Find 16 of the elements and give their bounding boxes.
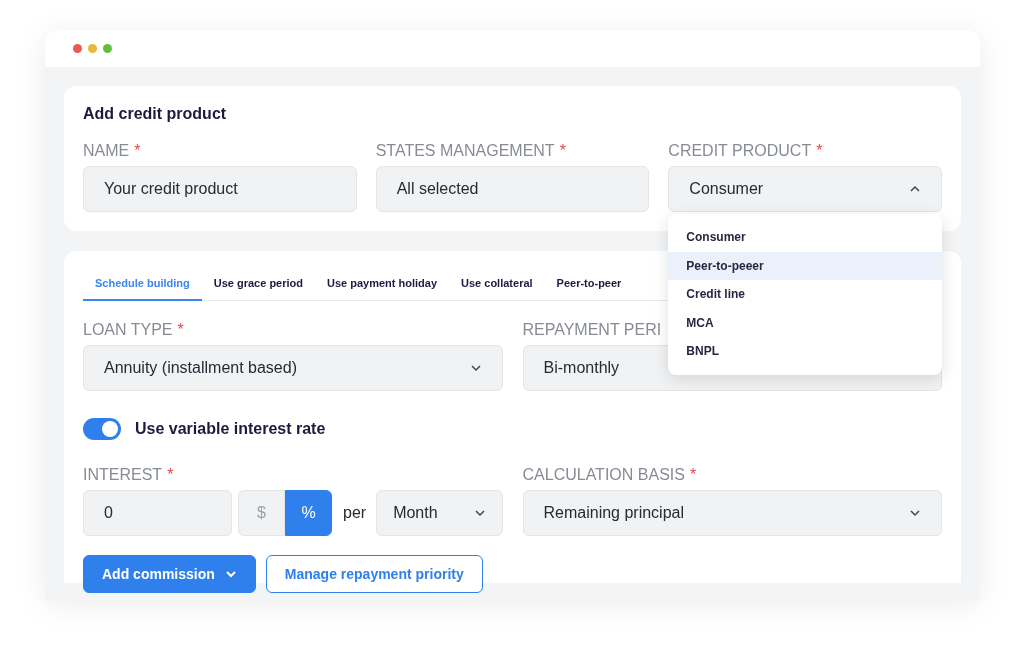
required-asterisk: * [816, 142, 823, 160]
field-label-text: REPAYMENT PERI [522, 321, 662, 339]
field-label-text: NAME [83, 142, 130, 160]
required-asterisk: * [134, 142, 141, 160]
required-asterisk: * [177, 321, 184, 339]
required-asterisk: * [689, 466, 697, 484]
field-label-text: STATES MANAGEMENT [375, 142, 555, 160]
field-label-text: CALCULATION BASIS [522, 466, 685, 484]
toggle-label: Use variable interest rate [135, 420, 326, 438]
field-label-text: CREDIT PRODUCT [668, 142, 812, 160]
field-label-text: INTEREST [83, 466, 163, 484]
card-title: Add credit product [83, 105, 228, 123]
per-label: per [343, 504, 367, 522]
field-label-text: LOAN TYPE [83, 321, 173, 339]
required-asterisk: * [559, 142, 566, 160]
required-asterisk: * [167, 466, 174, 484]
